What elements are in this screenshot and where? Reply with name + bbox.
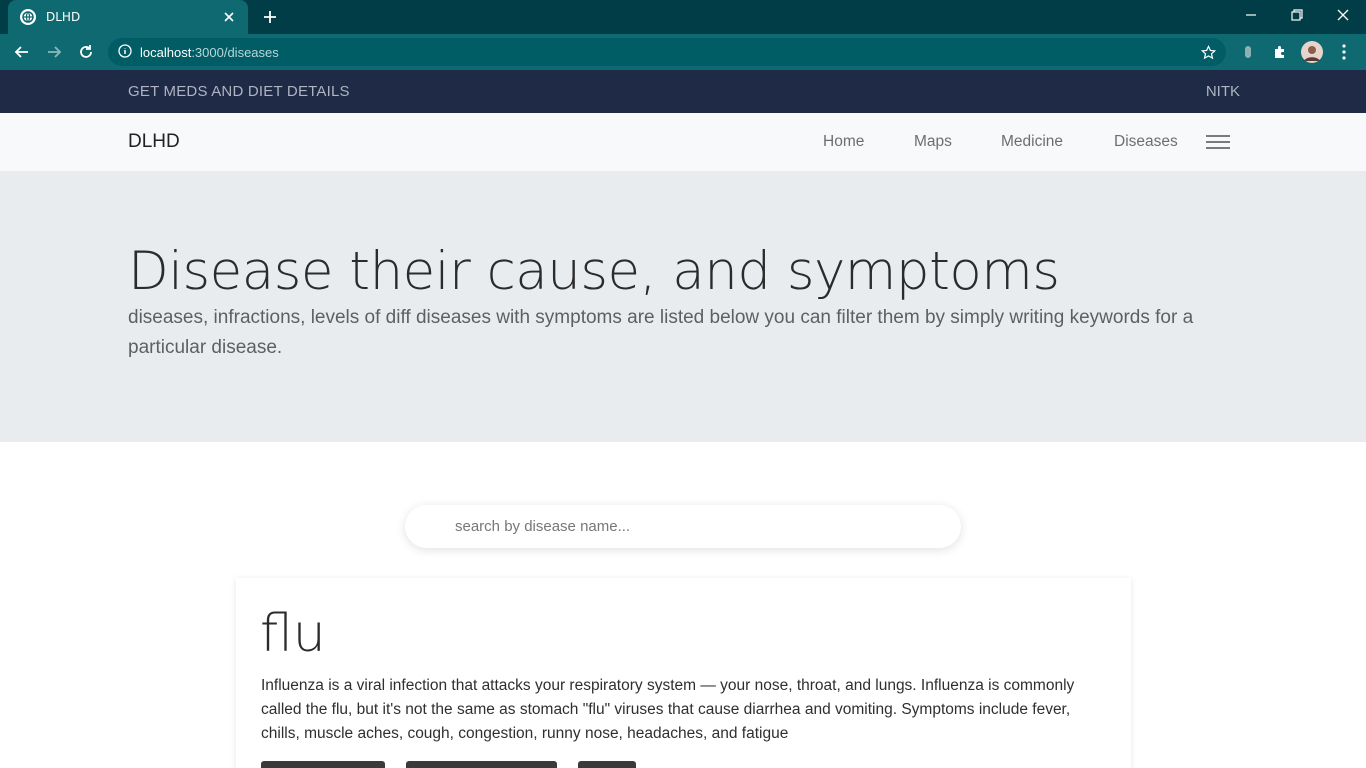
menu-kebab-icon[interactable] bbox=[1332, 40, 1356, 64]
topbar-right-text: NITK bbox=[1205, 83, 1240, 100]
extension-icon[interactable] bbox=[1236, 40, 1260, 64]
disease-description: Influenza is a viral infection that atta… bbox=[261, 677, 1075, 742]
disease-title: flu bbox=[260, 604, 326, 664]
browser-tab[interactable]: DLHD bbox=[8, 0, 248, 34]
disease-tag-button[interactable] bbox=[406, 761, 557, 768]
url-path: :3000/diseases bbox=[191, 44, 279, 60]
reload-icon[interactable] bbox=[72, 38, 100, 66]
navbar: DLHD Home Maps Medicine Diseases bbox=[0, 113, 1366, 171]
restore-icon[interactable] bbox=[1274, 0, 1320, 30]
browser-tabstrip: DLHD bbox=[0, 0, 1366, 34]
bookmark-star-icon[interactable] bbox=[1196, 40, 1220, 64]
hero-lead: diseases, infractions, levels of diff di… bbox=[128, 307, 1194, 358]
search-input[interactable] bbox=[405, 505, 961, 548]
close-window-icon[interactable] bbox=[1320, 0, 1366, 30]
nav-link-home[interactable]: Home bbox=[823, 133, 864, 151]
url-host: localhost bbox=[140, 44, 192, 60]
hero-title: Disease their cause, and symptoms bbox=[128, 241, 1060, 302]
profile-avatar[interactable] bbox=[1300, 40, 1324, 64]
navbar-brand[interactable]: DLHD bbox=[128, 131, 180, 153]
hamburger-menu-icon[interactable] bbox=[1204, 131, 1232, 153]
search-box bbox=[405, 505, 961, 548]
address-bar[interactable]: localhost:3000/diseases bbox=[108, 38, 1226, 66]
minimize-icon[interactable] bbox=[1228, 0, 1274, 30]
back-icon[interactable] bbox=[8, 38, 36, 66]
topbar-left-text: GET MEDS AND DIET DETAILS bbox=[128, 83, 350, 100]
info-icon[interactable] bbox=[118, 43, 132, 62]
forward-icon[interactable] bbox=[40, 38, 68, 66]
puzzle-icon[interactable] bbox=[1268, 40, 1292, 64]
tab-title: DLHD bbox=[46, 10, 81, 24]
nav-link-diseases[interactable]: Diseases bbox=[1114, 133, 1178, 151]
disease-card: flu Influenza is a viral infection that … bbox=[236, 578, 1131, 768]
disease-tag-button[interactable] bbox=[261, 761, 385, 768]
globe-icon bbox=[20, 9, 36, 25]
hero-section: Disease their cause, and symptoms diseas… bbox=[0, 171, 1366, 442]
new-tab-icon[interactable] bbox=[258, 6, 282, 28]
nav-link-maps[interactable]: Maps bbox=[914, 133, 952, 151]
top-info-bar: GET MEDS AND DIET DETAILS NITK bbox=[0, 70, 1366, 113]
disease-tag-button[interactable] bbox=[578, 761, 636, 768]
nav-link-medicine[interactable]: Medicine bbox=[1001, 133, 1063, 151]
close-tab-icon[interactable] bbox=[220, 8, 238, 26]
url-text: localhost:3000/diseases bbox=[140, 45, 279, 60]
browser-toolbar: localhost:3000/diseases bbox=[0, 34, 1366, 70]
